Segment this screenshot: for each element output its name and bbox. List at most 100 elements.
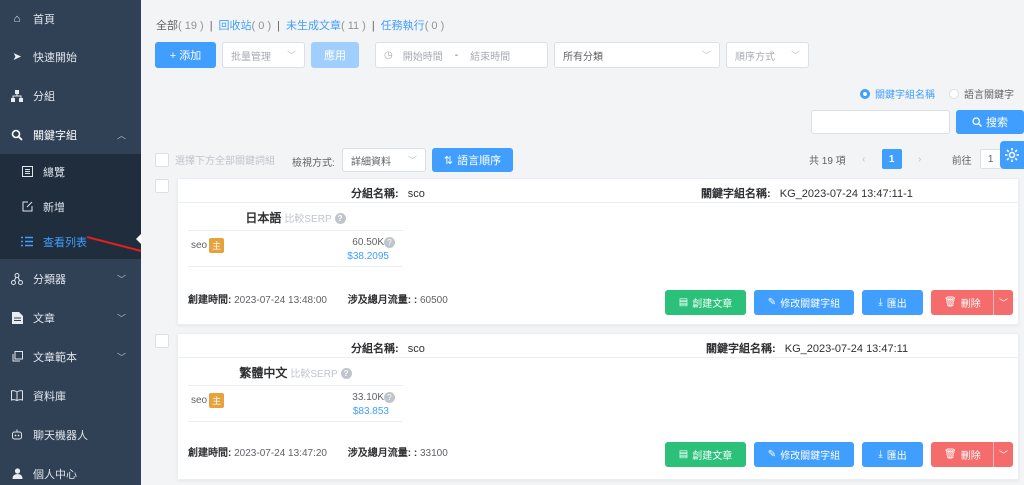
sidebar-item-database[interactable]: 資料庫	[0, 376, 141, 415]
compare-serp-link[interactable]: 比較SERP	[290, 369, 337, 380]
delete-button[interactable]: 🗑 刪除 ﹀	[931, 442, 1013, 467]
filter-ungenerated[interactable]: 未生成文章( 11 )	[286, 20, 366, 32]
sidebar-item-label: 文章範本	[33, 351, 77, 364]
language-name: 繁體中文	[239, 366, 288, 380]
language-name: 日本語	[245, 211, 282, 225]
sidebar-item-home[interactable]: ⌂ 首頁	[0, 0, 141, 37]
edit-keyword-group-button[interactable]: ✎ 修改關鍵字組	[754, 290, 854, 315]
user-icon	[10, 467, 24, 481]
keyword-text: seo	[191, 240, 208, 251]
goto-page-input[interactable]: 1	[979, 149, 1002, 169]
sidebar-item-keyword-groups[interactable]: 關鍵字組 ︿	[0, 115, 141, 154]
language-keyword-block: 繁體中文 比較SERP? seo 主 33.10K? $83.853	[188, 364, 403, 422]
export-button[interactable]: ⤓ 匯出	[862, 290, 923, 315]
sidebar-item-chatbot[interactable]: 聊天機器人	[0, 415, 141, 454]
goto-label: 前往	[951, 155, 972, 167]
help-icon: ?	[384, 392, 395, 403]
sidebar-item-label: 新增	[43, 201, 65, 214]
create-article-button[interactable]: ▤ 創建文章	[665, 442, 746, 467]
cpc-value: $83.853	[352, 406, 389, 417]
sidebar-item-label: 個人中心	[33, 468, 77, 481]
add-button[interactable]: + 添加	[155, 42, 216, 68]
keyword-group-card: 分組名稱: sco 關鍵字組名稱: KG_2023-07-24 13:47:11…	[177, 178, 1019, 325]
view-mode-select[interactable]: 詳細資料 ﹀	[342, 148, 426, 172]
apply-button[interactable]: 應用	[311, 42, 359, 68]
sidebar-item-label: 快速開始	[33, 51, 77, 64]
sidebar-item-label: 關鍵字組	[33, 129, 77, 142]
page-number[interactable]: 1	[881, 149, 902, 169]
document-icon: ▤	[678, 449, 689, 460]
export-button[interactable]: ⤓ 匯出	[862, 442, 923, 467]
book-icon	[10, 389, 24, 403]
bulk-action-select[interactable]: 批量管理 ﹀	[222, 42, 305, 68]
sidebar-item-new[interactable]: 新增	[0, 189, 141, 224]
compare-serp-link[interactable]: 比較SERP	[284, 214, 331, 225]
category-select[interactable]: 所有分類 ﹀	[554, 42, 720, 68]
edit-icon: ✎	[767, 297, 777, 308]
list-bullets-icon	[20, 235, 34, 249]
row-checkbox[interactable]	[155, 179, 169, 193]
download-icon: ⤓	[878, 297, 883, 308]
help-icon: ?	[384, 237, 395, 248]
filter-all[interactable]: 全部( 19 )	[156, 20, 204, 32]
radio-language-keyword[interactable]: 語言關鍵字	[949, 86, 1014, 101]
edit-keyword-group-button[interactable]: ✎ 修改關鍵字組	[754, 442, 854, 467]
main-keyword-badge: 主	[209, 238, 225, 253]
chevron-down-icon[interactable]: ﹀	[993, 442, 1013, 467]
sidebar-item-quick-start[interactable]: ➤ 快速開始	[0, 37, 141, 76]
prev-page-button[interactable]: ‹	[853, 149, 874, 169]
card-actions: ▤ 創建文章 ✎ 修改關鍵字組 ⤓ 匯出 🗑 刪除 ﹀	[665, 442, 1013, 467]
create-article-button[interactable]: ▤ 創建文章	[665, 290, 746, 315]
filter-recycle-bin[interactable]: 回收站( 0 )	[219, 20, 272, 32]
search-icon	[972, 117, 982, 127]
chevron-down-icon[interactable]: ﹀	[993, 290, 1013, 315]
delete-button[interactable]: 🗑 刪除 ﹀	[931, 290, 1013, 315]
search-button[interactable]: 搜索	[956, 110, 1024, 134]
robot-icon	[10, 428, 24, 442]
row-checkbox[interactable]	[155, 334, 169, 348]
sidebar-item-label: 首頁	[33, 13, 55, 26]
sidebar-item-label: 聊天機器人	[33, 429, 88, 442]
sidebar-item-groups[interactable]: 分組	[0, 76, 141, 115]
sidebar-item-classifier[interactable]: 分類器 ﹀	[0, 259, 141, 298]
select-all[interactable]: 選擇下方全部關鍵詞組	[155, 152, 275, 167]
view-mode-label: 檢視方式:	[292, 158, 335, 169]
keyword-row: seo 主 60.50K? $38.2095	[188, 230, 403, 267]
next-page-button[interactable]: ›	[910, 149, 930, 169]
card-footer-info: 創建時間: 2023-07-24 13:48:00 涉及總月流量: : 6050…	[188, 295, 448, 306]
settings-gear-button[interactable]	[1000, 141, 1024, 169]
card-footer-info: 創建時間: 2023-07-24 13:47:20 涉及總月流量: : 3310…	[188, 448, 448, 459]
document-icon: ▤	[678, 297, 689, 308]
chevron-down-icon: ﹀	[701, 50, 711, 61]
card-header: 分組名稱: sco 關鍵字組名稱: KG_2023-07-24 13:47:11…	[178, 179, 1018, 203]
keyword-group-card: 分組名稱: sco 關鍵字組名稱: KG_2023-07-24 13:47:11…	[177, 333, 1019, 480]
sidebar-item-profile[interactable]: 個人中心	[0, 454, 141, 485]
toolbar: + 添加 批量管理 ﹀ 應用 ◷ 開始時間 - 結束時間 所有分類 ﹀ 順序方式…	[155, 42, 809, 68]
sort-order-select[interactable]: 順序方式 ﹀	[726, 42, 809, 68]
sidebar-item-label: 文章	[33, 312, 55, 325]
radio-keyword-group-name[interactable]: 關鍵字組名稱	[860, 86, 935, 101]
language-sort-button[interactable]: ⇅ 語言順序	[432, 148, 513, 172]
select-all-checkbox[interactable]	[155, 152, 169, 167]
cpc-value: $38.2095	[347, 251, 389, 262]
send-icon: ➤	[12, 51, 22, 63]
sidebar-item-article-templates[interactable]: 文章範本 ﹀	[0, 337, 141, 376]
sidebar-item-articles[interactable]: 文章 ﹀	[0, 298, 141, 337]
search-input[interactable]	[811, 110, 950, 134]
date-range-picker[interactable]: ◷ 開始時間 - 結束時間	[375, 42, 548, 68]
total-count: 共 19 項	[809, 155, 846, 167]
chevron-down-icon: ﹀	[116, 274, 126, 284]
share-icon	[10, 272, 24, 286]
trash-icon: 🗑	[944, 297, 957, 308]
trash-icon: 🗑	[944, 449, 957, 460]
keyword-row: seo 主 33.10K? $83.853	[188, 385, 403, 422]
sidebar-item-overview[interactable]: 總覽	[0, 154, 141, 189]
edit-icon	[20, 200, 34, 214]
sidebar-item-label: 分組	[33, 90, 55, 103]
list-header: 選擇下方全部關鍵詞組 檢視方式: 詳細資料 ﹀ ⇅ 語言順序 共 19 項 ‹ …	[155, 148, 1024, 172]
main-keyword-badge: 主	[209, 393, 225, 408]
sidebar-item-label: 資料庫	[33, 390, 66, 403]
help-icon: ?	[334, 213, 346, 225]
search-icon	[10, 128, 24, 142]
filter-tasks[interactable]: 任務執行( 0 )	[381, 20, 445, 32]
